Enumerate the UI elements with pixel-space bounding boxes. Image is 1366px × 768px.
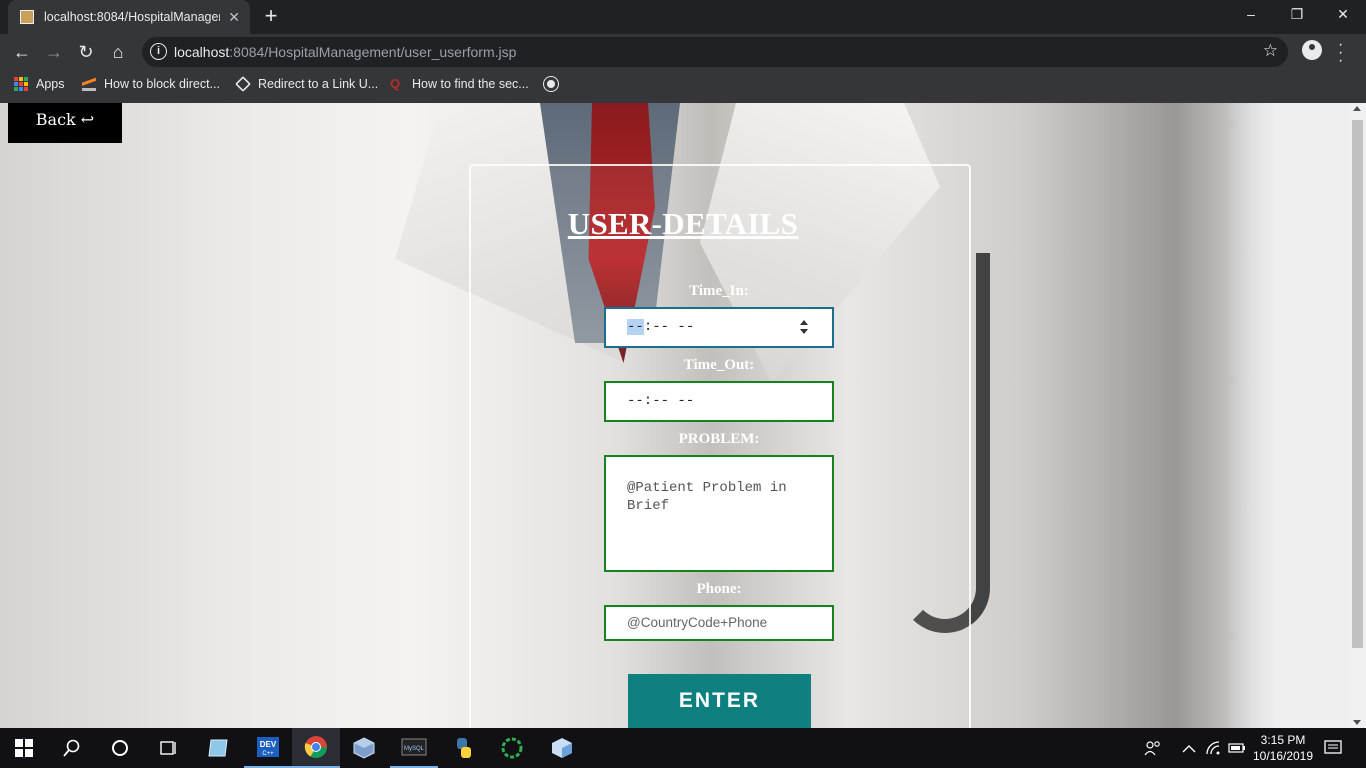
stackoverflow-icon [82,77,96,91]
vertical-scrollbar[interactable] [1349,103,1366,728]
people-icon[interactable] [1144,728,1162,768]
enter-button[interactable]: ENTER [628,674,811,728]
time-out-label: Time_Out: [683,357,755,373]
bookmark-block-direct[interactable]: How to block direct... [82,77,220,91]
problem-label: PROBLEM: [678,431,760,447]
app-icon[interactable] [194,728,242,768]
cortana-icon[interactable] [96,728,144,768]
tab-title: localhost:8084/HospitalManagem [44,10,221,24]
battery-icon[interactable] [1228,728,1246,768]
tab-strip: localhost:8084/HospitalManagem ✕ + – ❐ ✕ [0,0,1366,34]
quora-icon: Q [390,76,401,91]
site-info-icon[interactable]: i [150,43,167,60]
tab-close-icon[interactable]: ✕ [228,9,240,26]
taskbar: DEV C++ MySQL 3:15 PM 10/16/2019 [0,728,1366,768]
bookmark-apps[interactable]: Apps [14,77,65,91]
phone-label: Phone: [696,581,742,597]
back-button[interactable]: Back ↩ [8,103,122,143]
forward-arrow-icon[interactable]: → [42,40,66,64]
profile-avatar-icon[interactable] [1302,40,1322,60]
time-out-input[interactable]: --:-- -- [604,381,834,422]
site-favicon-icon [20,10,34,24]
task-view-icon[interactable] [144,728,192,768]
address-bar[interactable]: i localhost:8084/HospitalManagement/user… [142,37,1288,67]
mysql-icon[interactable]: MySQL [390,728,438,768]
time-in-label: Time_In: [689,283,749,299]
problem-placeholder: @Patient Problem in Brief [627,480,787,514]
time-in-input[interactable]: --:-- -- [604,307,834,348]
problem-textarea[interactable]: @Patient Problem in Brief [604,455,834,572]
globe-icon [544,77,558,91]
notification-icon[interactable] [1324,728,1342,768]
cube-icon[interactable] [538,728,586,768]
clock-date: 10/16/2019 [1252,749,1314,763]
scroll-down-icon[interactable] [1353,720,1361,725]
time-spinner-icon[interactable] [800,320,808,334]
minimize-button[interactable]: – [1228,0,1274,30]
back-arrow-icon[interactable]: ← [10,40,34,64]
chevron-up-icon[interactable] [1182,728,1196,768]
menu-kebab-icon[interactable]: · · · [1338,37,1343,69]
bookmarks-bar: Apps How to block direct... Redirect to … [0,70,1366,103]
codepen-icon [235,76,251,92]
form-title: USER-DETAILS [567,206,799,241]
reload-icon[interactable]: ↻ [74,40,98,64]
browser-tab[interactable]: localhost:8084/HospitalManagem ✕ [8,0,250,34]
search-icon[interactable] [48,728,96,768]
bookmark-redirect[interactable]: Redirect to a Link U... [235,76,378,92]
page-viewport: Back ↩ USER-DETAILS Time_In: --:-- -- Ti… [0,103,1366,728]
maximize-button[interactable]: ❐ [1274,0,1320,30]
close-window-button[interactable]: ✕ [1320,0,1366,30]
python-icon[interactable] [440,728,488,768]
bookmark-find-sec[interactable]: Q How to find the sec... [390,76,529,92]
svg-text:DEV: DEV [260,740,277,749]
home-icon[interactable]: ⌂ [106,40,130,64]
virtualbox-icon[interactable] [340,728,388,768]
loading-ring-icon[interactable] [488,728,536,768]
scroll-up-icon[interactable] [1353,106,1361,111]
svg-text:C++: C++ [262,751,274,757]
url-text[interactable]: localhost:8084/HospitalManagement/user_u… [174,44,516,60]
chrome-icon[interactable] [292,728,340,768]
background-photo-wall [1226,103,1366,728]
bookmark-star-icon[interactable]: ☆ [1263,41,1278,61]
phone-placeholder: @CountryCode+Phone [627,615,768,630]
scrollbar-thumb[interactable] [1352,120,1363,648]
phone-input[interactable]: @CountryCode+Phone [604,605,834,641]
clock[interactable]: 3:15 PM 10/16/2019 [1250,728,1316,768]
dev-icon[interactable]: DEV C++ [244,728,292,768]
svg-text:MySQL: MySQL [404,746,425,752]
clock-time: 3:15 PM [1260,733,1306,747]
wifi-icon[interactable] [1206,728,1222,768]
browser-toolbar: ← → ↻ ⌂ i localhost:8084/HospitalManagem… [0,34,1366,70]
apps-grid-icon [14,77,28,91]
windows-start-icon[interactable] [0,728,48,768]
bookmark-globe[interactable] [544,77,566,91]
new-tab-button[interactable]: + [258,4,284,30]
